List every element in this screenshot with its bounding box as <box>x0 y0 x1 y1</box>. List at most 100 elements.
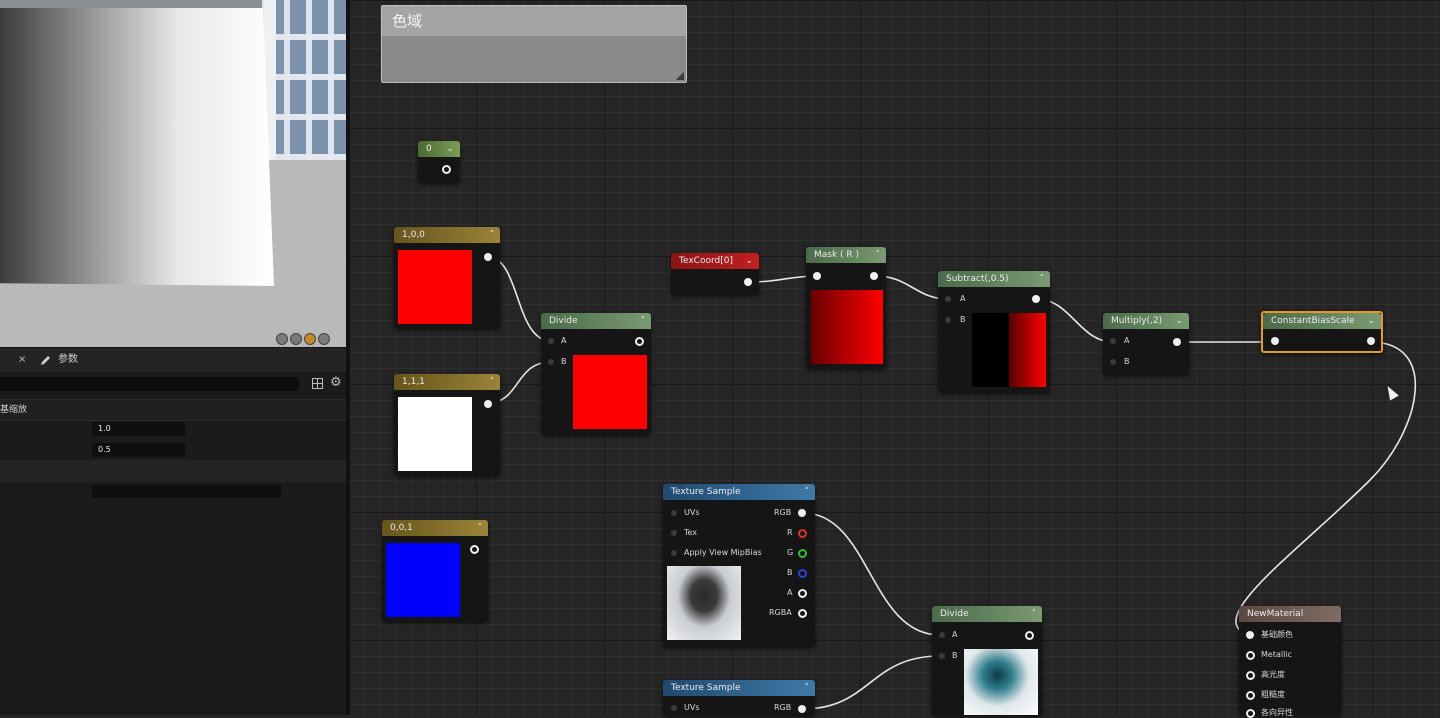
output-pin[interactable] <box>470 545 479 554</box>
chevron-up-icon[interactable]: ˄ <box>490 227 495 243</box>
view-mode-button[interactable] <box>290 333 302 345</box>
chevron-up-icon[interactable]: ˄ <box>1032 606 1037 622</box>
node-header[interactable]: Subtract(,0.5) ˄ <box>938 271 1050 287</box>
divide-node[interactable]: Divide ˄ A B <box>541 313 651 434</box>
output-pin[interactable] <box>1173 338 1181 346</box>
chevron-up-icon[interactable]: ˄ <box>641 313 646 329</box>
input-pin-mipbias[interactable] <box>671 550 677 556</box>
node-header[interactable]: Divide ˄ <box>541 313 651 329</box>
node-header[interactable]: 1,0,0 ˄ <box>394 227 500 243</box>
multiply-node[interactable]: Multiply(,2) ⌄ A B <box>1103 313 1189 374</box>
texture-sample-node[interactable]: Texture Sample ˄ UVs Tex Apply View MipB… <box>663 484 815 646</box>
details-search-input[interactable] <box>0 377 300 391</box>
constant-bias-scale-node[interactable]: ConstantBiasScale ⌄ <box>1261 311 1383 353</box>
input-pin-a[interactable] <box>1110 338 1116 344</box>
property-value-field[interactable]: 0.5 <box>92 443 185 457</box>
input-pin-b[interactable] <box>1110 359 1116 365</box>
node-header[interactable]: 0,0,1 ˄ <box>382 520 488 536</box>
input-pin-a[interactable] <box>548 338 554 344</box>
chevron-down-icon[interactable]: ⌄ <box>745 253 753 269</box>
texcoord-node[interactable]: TexCoord[0] ⌄ <box>671 253 759 294</box>
input-pin-tex[interactable] <box>671 530 677 536</box>
close-icon[interactable]: × <box>18 348 26 372</box>
node-header[interactable]: Divide ˄ <box>932 606 1042 622</box>
material-result-node[interactable]: NewMaterial 基础颜色 Metallic 高光度 粗糙度 各向异性 <box>1239 606 1341 718</box>
material-input-pin[interactable] <box>1246 651 1255 660</box>
node-header[interactable]: 1,1,1 ˄ <box>394 374 500 390</box>
property-group-divider <box>0 460 346 482</box>
details-tab[interactable]: × 参数 <box>0 347 346 372</box>
preview-viewport[interactable] <box>0 0 346 347</box>
view-mode-button[interactable] <box>276 333 288 345</box>
subtract-node[interactable]: Subtract(,0.5) ˄ A B <box>938 271 1050 392</box>
view-mode-button[interactable] <box>318 333 330 345</box>
input-pin-a[interactable] <box>945 296 951 302</box>
node-header[interactable]: Texture Sample ˄ <box>663 680 815 696</box>
output-pin-g[interactable] <box>798 549 807 558</box>
chevron-up-icon[interactable]: ˄ <box>1040 271 1045 287</box>
grid-view-icon[interactable] <box>312 378 323 389</box>
output-pin-rgb[interactable] <box>798 509 806 517</box>
pin-label: B <box>561 357 567 366</box>
output-pin-rgba[interactable] <box>798 609 807 618</box>
output-pin[interactable] <box>744 278 752 286</box>
output-pin[interactable] <box>870 272 878 280</box>
gear-icon[interactable]: ⚙ <box>330 376 342 390</box>
mask-node[interactable]: Mask ( R ) ˄ <box>806 247 886 368</box>
chevron-up-icon[interactable]: ˄ <box>478 520 483 536</box>
chevron-up-icon[interactable]: ˄ <box>805 484 810 500</box>
output-pin[interactable] <box>484 400 492 408</box>
pin-label: B <box>1124 357 1130 366</box>
pin-label: 高光度 <box>1261 670 1285 679</box>
node-header[interactable]: Mask ( R ) ˄ <box>806 247 886 263</box>
output-pin-b[interactable] <box>798 569 807 578</box>
material-input-pin[interactable] <box>1246 691 1255 700</box>
chevron-down-icon[interactable]: ⌄ <box>1367 313 1375 329</box>
output-pin[interactable] <box>1032 295 1040 303</box>
input-pin-b[interactable] <box>548 359 554 365</box>
resize-grip-icon[interactable] <box>676 72 684 80</box>
input-pin-b[interactable] <box>945 317 951 323</box>
section-header[interactable]: 基缩放 <box>0 399 346 421</box>
output-pin[interactable] <box>484 253 492 261</box>
divide-node[interactable]: Divide ˄ A B <box>932 606 1042 715</box>
vector-constant-node[interactable]: 1,1,1 ˄ <box>394 374 500 475</box>
output-pin[interactable] <box>1025 631 1034 640</box>
output-pin[interactable] <box>442 165 451 174</box>
input-pin-a[interactable] <box>939 632 945 638</box>
chevron-up-icon[interactable]: ˄ <box>876 247 881 263</box>
node-header[interactable]: ConstantBiasScale ⌄ <box>1263 313 1381 329</box>
material-input-pin[interactable] <box>1246 709 1255 718</box>
vector-constant-node[interactable]: 1,0,0 ˄ <box>394 227 500 328</box>
output-pin[interactable] <box>635 337 644 346</box>
chevron-up-icon[interactable]: ˄ <box>490 374 495 390</box>
input-pin-uvs[interactable] <box>671 510 677 516</box>
texture-sample-node[interactable]: Texture Sample ˄ UVs RGB <box>663 680 815 715</box>
property-value-field[interactable]: 1.0 <box>92 422 185 436</box>
property-field[interactable] <box>92 485 281 498</box>
node-header[interactable]: NewMaterial <box>1239 606 1341 622</box>
output-pin-r[interactable] <box>798 529 807 538</box>
output-pin-a[interactable] <box>798 589 807 598</box>
chevron-up-icon[interactable]: ˄ <box>805 680 810 696</box>
material-input-pin[interactable] <box>1246 671 1255 680</box>
input-pin[interactable] <box>813 272 821 280</box>
node-header[interactable]: Multiply(,2) ⌄ <box>1103 313 1189 329</box>
chevron-down-icon[interactable]: ⌄ <box>1175 313 1183 329</box>
node-header[interactable]: Texture Sample ˄ <box>663 484 815 500</box>
node-title: Divide <box>549 316 578 326</box>
comment-title[interactable]: 色域 <box>382 6 686 36</box>
view-mode-button[interactable] <box>304 333 316 345</box>
vector-constant-node[interactable]: 0,0,1 ˄ <box>382 520 488 621</box>
comment-box[interactable]: 色域 <box>381 5 687 83</box>
input-pin-b[interactable] <box>939 653 945 659</box>
output-pin-rgb[interactable] <box>798 705 806 713</box>
node-header[interactable]: 0 ⌄ <box>418 141 460 157</box>
material-input-pin[interactable] <box>1246 631 1254 639</box>
output-pin[interactable] <box>1367 337 1375 345</box>
input-pin[interactable] <box>1271 337 1279 345</box>
input-pin-uvs[interactable] <box>671 705 677 711</box>
chevron-down-icon[interactable]: ⌄ <box>446 141 454 157</box>
node-header[interactable]: TexCoord[0] ⌄ <box>671 253 759 269</box>
scalar-constant-node[interactable]: 0 ⌄ <box>418 141 460 182</box>
